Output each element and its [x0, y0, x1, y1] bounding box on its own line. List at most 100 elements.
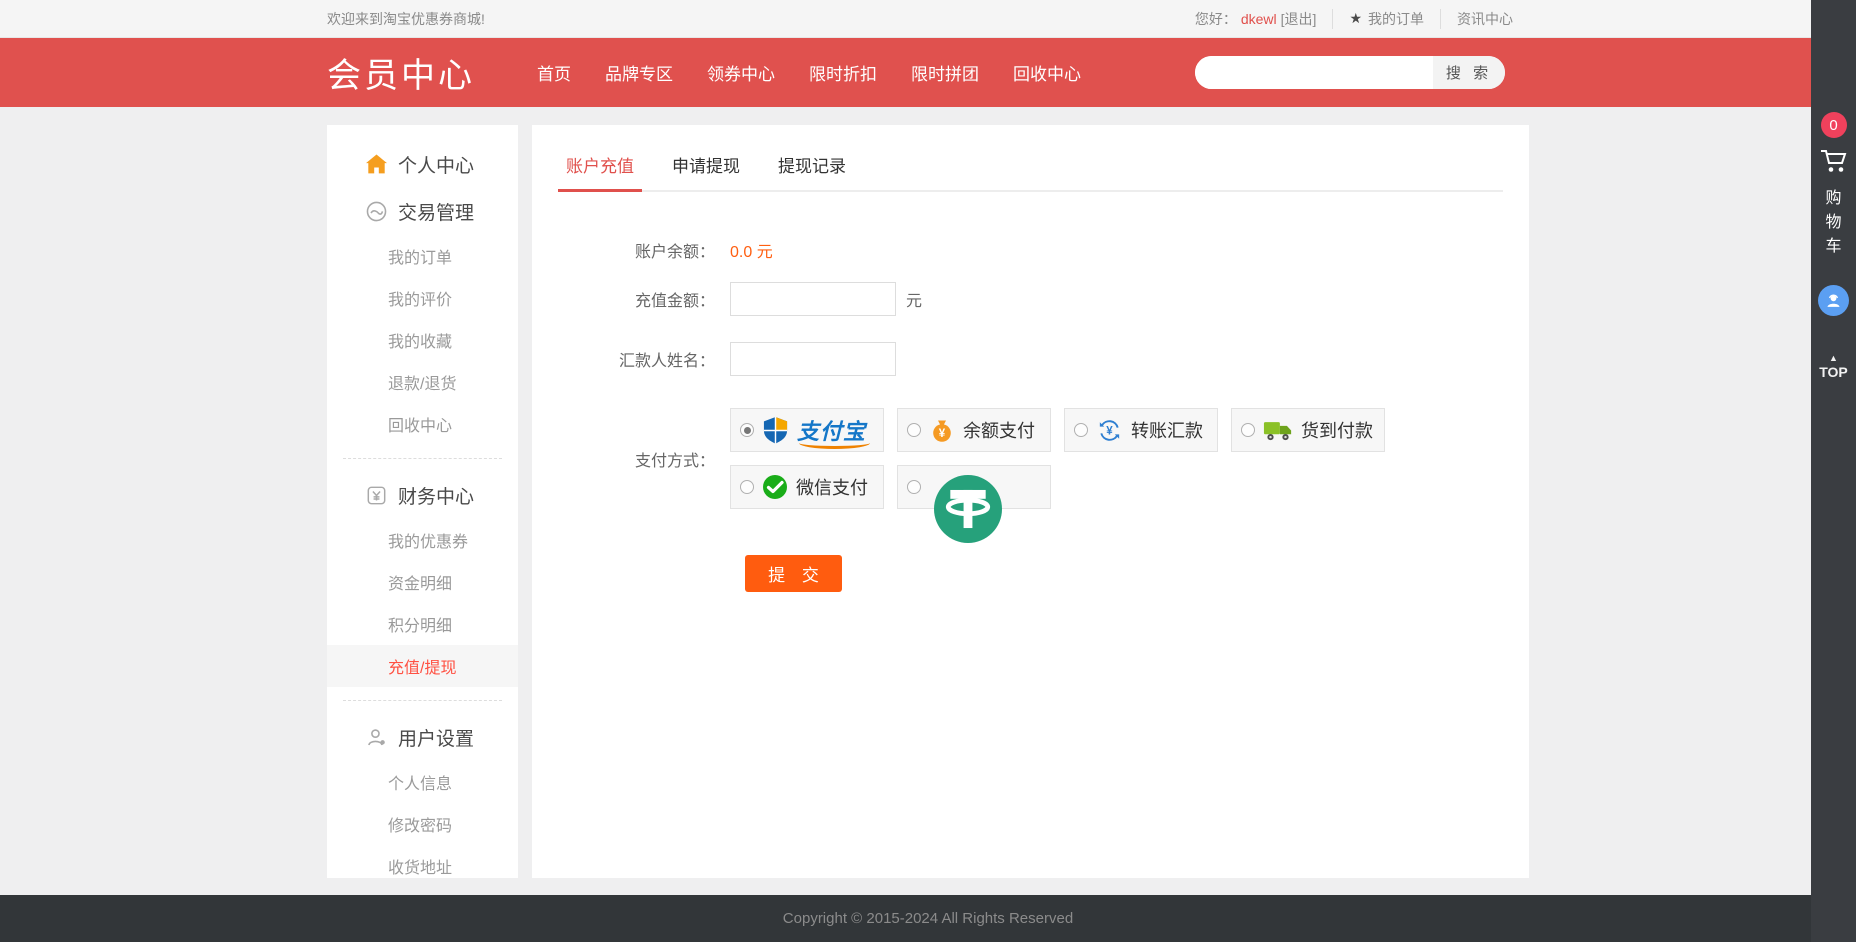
nav-home[interactable]: 首页: [537, 60, 571, 85]
star-icon: ★: [1349, 10, 1362, 27]
search-button[interactable]: 搜 索: [1433, 56, 1505, 89]
nav-coupon-center[interactable]: 领券中心: [707, 60, 775, 85]
trade-icon: [366, 201, 387, 222]
svg-text:¥: ¥: [1106, 425, 1113, 437]
sidebar-divider: [343, 458, 502, 459]
radio-cod[interactable]: [1241, 423, 1255, 437]
tab-account-recharge[interactable]: 账户充值: [558, 141, 642, 190]
username-link[interactable]: dkewl: [1241, 11, 1277, 27]
balance-value: 0.0 元: [730, 238, 773, 262]
search-bar: 搜 索: [1195, 56, 1505, 89]
nav-flash-discount[interactable]: 限时折扣: [809, 60, 877, 85]
sidebar-item-refund-return[interactable]: 退款/退货: [327, 361, 518, 403]
user-settings-icon: [366, 727, 387, 748]
amount-label: 充值金额：: [558, 287, 730, 311]
alipay-shield-icon: [762, 416, 789, 445]
news-center-link[interactable]: 资讯中心: [1440, 9, 1529, 29]
payment-option-label: 货到付款: [1301, 417, 1373, 443]
greeting-prefix: 您好：: [1195, 9, 1237, 29]
radio-balance[interactable]: [907, 423, 921, 437]
nav-brand-zone[interactable]: 品牌专区: [605, 60, 673, 85]
my-orders-link[interactable]: ★ 我的订单: [1332, 9, 1440, 29]
tether-icon: [934, 475, 1002, 543]
sidebar-item-shipping-address[interactable]: 收货地址: [327, 845, 518, 887]
copyright-text: Copyright © 2015-2024 All Rights Reserve…: [783, 910, 1073, 927]
sidebar-item-my-orders[interactable]: 我的订单: [327, 235, 518, 277]
greeting: 您好： dkewl [退出]: [1179, 9, 1333, 29]
amount-input[interactable]: [730, 282, 896, 316]
transfer-icon: ¥: [1096, 417, 1123, 444]
svg-text:¥: ¥: [939, 428, 946, 440]
cart-label[interactable]: 购物车: [1825, 187, 1843, 259]
tab-withdraw-records[interactable]: 提现记录: [770, 141, 854, 190]
logout-link[interactable]: [退出]: [1281, 9, 1317, 29]
radio-alipay[interactable]: [740, 423, 754, 437]
welcome-text: 欢迎来到淘宝优惠券商城!: [327, 9, 485, 29]
sidebar-item-recharge-withdraw[interactable]: 充值/提现: [327, 645, 518, 687]
finance-icon: [366, 485, 387, 506]
sidebar-divider: [343, 700, 502, 701]
sidebar-section-personal-center[interactable]: 个人中心: [327, 141, 518, 188]
alipay-logo-text: 支付宝: [797, 414, 866, 446]
radio-transfer[interactable]: [1074, 423, 1088, 437]
truck-icon: [1263, 419, 1293, 442]
recharge-panel: 账户充值 申请提现 提现记录 账户余额： 0.0 元 充值金额： 元 汇款人姓名…: [532, 125, 1529, 878]
home-icon: [366, 154, 387, 175]
wechat-icon: [762, 474, 788, 500]
submit-button[interactable]: 提 交: [745, 555, 842, 592]
sidebar-item-personal-info[interactable]: 个人信息: [327, 761, 518, 803]
amount-row: 充值金额： 元: [558, 282, 1503, 316]
amount-unit: 元: [906, 287, 922, 311]
payment-option-cod[interactable]: 货到付款: [1231, 408, 1385, 452]
right-fixed-rail: 0 购物车 ▲ TOP: [1811, 0, 1856, 942]
sidebar-section-user-settings[interactable]: 用户设置: [327, 714, 518, 761]
customer-service-button[interactable]: [1818, 285, 1849, 316]
sidebar-item-change-password[interactable]: 修改密码: [327, 803, 518, 845]
tab-apply-withdraw[interactable]: 申请提现: [664, 141, 748, 190]
payment-option-alipay[interactable]: 支付宝: [730, 408, 884, 452]
balance-label: 账户余额：: [558, 238, 730, 262]
recharge-tabs: 账户充值 申请提现 提现记录: [558, 141, 1503, 192]
payer-label: 汇款人姓名：: [558, 347, 730, 371]
payment-method-row: 支付方式： 支付宝: [558, 408, 1503, 509]
payment-label: 支付方式：: [558, 447, 730, 471]
payment-options: 支付宝 ¥ 余额支付: [730, 408, 1420, 509]
radio-wechat[interactable]: [740, 480, 754, 494]
balance-row: 账户余额： 0.0 元: [558, 238, 1503, 262]
back-to-top-button[interactable]: ▲ TOP: [1819, 352, 1848, 378]
search-input[interactable]: [1195, 56, 1433, 89]
payment-option-wechat[interactable]: 微信支付: [730, 465, 884, 509]
page-footer: Copyright © 2015-2024 All Rights Reserve…: [0, 895, 1856, 942]
payment-option-balance[interactable]: ¥ 余额支付: [897, 408, 1051, 452]
radio-usdt[interactable]: [907, 480, 921, 494]
up-arrow-icon: ▲: [1819, 352, 1848, 364]
member-center-page: 欢迎来到淘宝优惠券商城! 您好： dkewl [退出] ★ 我的订单 资讯中心 …: [0, 0, 1856, 942]
sidebar-section-finance[interactable]: 财务中心: [327, 472, 518, 519]
site-logo[interactable]: 会员中心: [327, 48, 475, 97]
sidebar-item-my-reviews[interactable]: 我的评价: [327, 277, 518, 319]
nav-recycle-center[interactable]: 回收中心: [1013, 60, 1081, 85]
nav-group-buy[interactable]: 限时拼团: [911, 60, 979, 85]
payment-option-label: 转账汇款: [1131, 417, 1203, 443]
sidebar-item-fund-details[interactable]: 资金明细: [327, 561, 518, 603]
sidebar-menu: 个人中心 交易管理 我的订单 我的评价 我的收藏 退款/退货 回收中心: [327, 125, 518, 878]
moneybag-icon: ¥: [929, 417, 955, 443]
sidebar-item-my-coupons[interactable]: 我的优惠券: [327, 519, 518, 561]
main-nav: 首页 品牌专区 领券中心 限时折扣 限时拼团 回收中心: [537, 60, 1081, 85]
payment-option-label: 微信支付: [796, 474, 868, 500]
sidebar-item-points-details[interactable]: 积分明细: [327, 603, 518, 645]
main-header: 会员中心 首页 品牌专区 领券中心 限时折扣 限时拼团 回收中心 搜 索: [0, 38, 1856, 107]
sidebar-item-recycle-center[interactable]: 回收中心: [327, 403, 518, 445]
top-utility-bar: 欢迎来到淘宝优惠券商城! 您好： dkewl [退出] ★ 我的订单 资讯中心: [0, 0, 1856, 38]
payment-option-label: 余额支付: [963, 417, 1035, 443]
headset-person-icon: [1824, 291, 1843, 310]
sidebar-item-my-favorites[interactable]: 我的收藏: [327, 319, 518, 361]
payment-option-usdt[interactable]: [897, 465, 1051, 509]
recharge-form: 账户余额： 0.0 元 充值金额： 元 汇款人姓名： 支付方式：: [558, 238, 1503, 592]
cart-count-badge: 0: [1821, 112, 1847, 138]
payment-option-bank-transfer[interactable]: ¥ 转账汇款: [1064, 408, 1218, 452]
cart-icon[interactable]: [1819, 147, 1849, 175]
payer-name-input[interactable]: [730, 342, 896, 376]
sidebar-section-trade[interactable]: 交易管理: [327, 188, 518, 235]
payer-row: 汇款人姓名：: [558, 342, 1503, 376]
